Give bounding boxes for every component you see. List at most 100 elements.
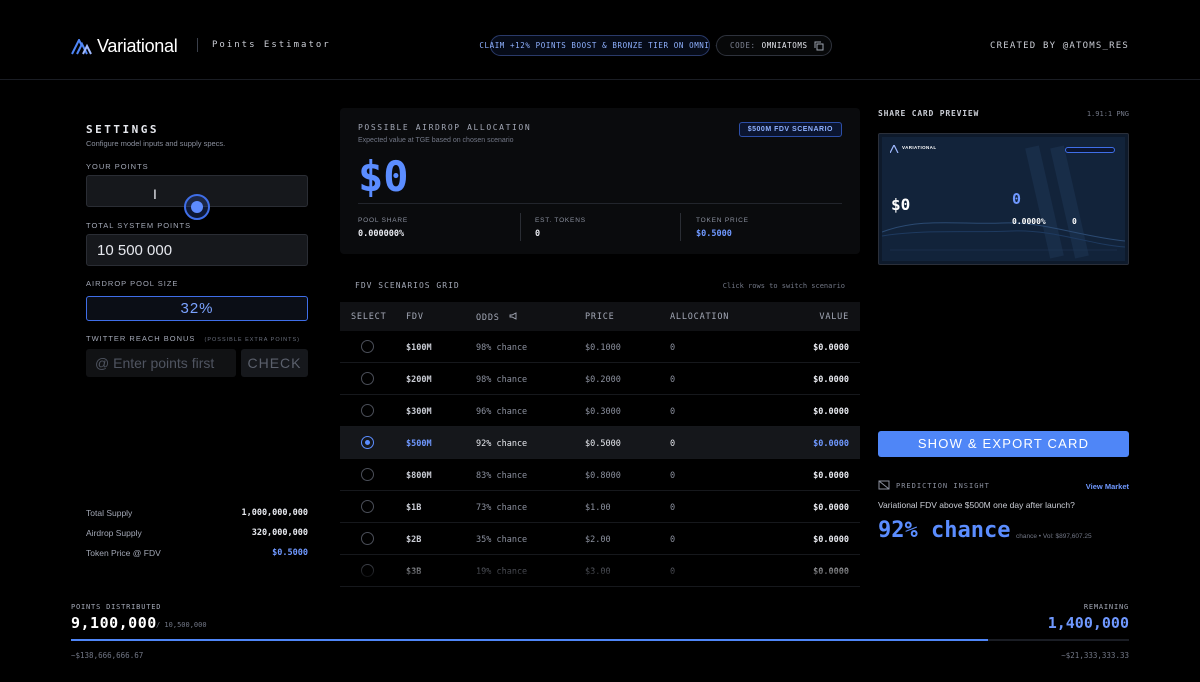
stat-divider xyxy=(680,213,681,241)
distributed-usd-note: ~$138,666,666.67 xyxy=(71,651,144,660)
col-odds: ODDS xyxy=(476,312,518,323)
remaining-label: REMAINING xyxy=(1083,603,1129,611)
row-price: $0.3000 xyxy=(585,407,621,417)
total-system-points-value: 10 500 000 xyxy=(97,242,173,259)
col-value: VALUE xyxy=(819,312,849,322)
row-value: $0.0000 xyxy=(813,343,849,353)
row-value: $0.0000 xyxy=(813,439,849,449)
row-allocation: 0 xyxy=(670,375,676,385)
table-row[interactable]: $100M 98% chance $0.1000 0 $0.0000 xyxy=(340,331,860,363)
check-button[interactable]: CHECK xyxy=(241,349,308,377)
row-value: $0.0000 xyxy=(813,535,849,545)
prediction-insight-label: PREDICTION INSIGHT xyxy=(896,482,990,490)
row-price: $0.1000 xyxy=(585,343,621,353)
row-price: $0.8000 xyxy=(585,471,621,481)
col-odds-label: ODDS xyxy=(476,313,500,323)
scenario-radio[interactable] xyxy=(361,404,374,417)
referral-code-pill[interactable]: CODE: OMNIATOMS xyxy=(716,35,832,56)
table-row[interactable]: $500M 92% chance $0.5000 0 $0.0000 xyxy=(340,427,860,459)
col-select: SELECT xyxy=(351,312,387,322)
grid-hint: Click rows to switch scenario xyxy=(722,282,845,290)
scenario-radio[interactable] xyxy=(361,500,374,513)
row-fdv: $300M xyxy=(406,407,432,417)
pool-share-stat: POOL SHARE 0.000000% xyxy=(358,217,408,239)
col-fdv: FDV xyxy=(406,312,424,322)
total-system-points-label: TOTAL SYSTEM POINTS xyxy=(86,221,192,230)
summary-key: Token Price @ FDV xyxy=(86,548,161,558)
remaining-value: 1,400,000 xyxy=(1047,614,1129,632)
share-card-wave xyxy=(882,145,1125,259)
share-card-ratio: 1.91:1 PNG xyxy=(1086,110,1129,118)
prediction-question: Variational FDV above $500M one day afte… xyxy=(878,500,1075,510)
app-subtitle: Points Estimator xyxy=(212,40,331,50)
brand-name: Variational xyxy=(97,36,178,56)
total-system-points-input[interactable]: 10 500 000 xyxy=(86,234,308,266)
scenario-radio[interactable] xyxy=(361,532,374,545)
your-points-label: YOUR POINTS xyxy=(86,162,149,171)
table-row[interactable]: $2B 35% chance $2.00 0 $0.0000 xyxy=(340,523,860,555)
pointer-indicator-icon xyxy=(184,194,210,220)
twitter-points-input[interactable]: @ Enter points first xyxy=(86,349,236,377)
scenario-radio[interactable] xyxy=(361,468,374,481)
points-distributed-label: POINTS DISTRIBUTED xyxy=(71,603,162,611)
brand-logo[interactable]: Variational xyxy=(71,36,178,57)
allocation-divider xyxy=(358,203,842,204)
scenario-radio[interactable] xyxy=(361,436,374,449)
airdrop-pool-input[interactable]: 32% xyxy=(86,296,308,321)
row-fdv: $1B xyxy=(406,503,422,513)
twitter-points-placeholder: @ Enter points first xyxy=(95,355,215,371)
settings-subtitle: Configure model inputs and supply specs. xyxy=(86,139,226,148)
scenario-radio[interactable] xyxy=(361,372,374,385)
distribution-progress-fill xyxy=(71,639,988,641)
share-card-value: $0 xyxy=(891,195,911,214)
token-price-value: $0.5000 xyxy=(696,229,732,239)
col-allocation: ALLOCATION xyxy=(670,312,730,322)
row-odds: 92% chance xyxy=(476,439,528,449)
row-value: $0.0000 xyxy=(813,407,849,417)
megaphone-icon xyxy=(509,312,517,320)
table-fade xyxy=(340,560,860,582)
header-divider xyxy=(197,38,198,52)
airdrop-pool-label: AIRDROP POOL SIZE xyxy=(86,279,179,288)
row-allocation: 0 xyxy=(670,503,676,513)
table-row[interactable]: $800M 83% chance $0.8000 0 $0.0000 xyxy=(340,459,860,491)
table-row[interactable]: $200M 98% chance $0.2000 0 $0.0000 xyxy=(340,363,860,395)
share-card-points: 0 xyxy=(1012,190,1022,208)
prediction-volume: chance • Vol: $897,607.25 xyxy=(1016,533,1092,540)
row-fdv: $500M xyxy=(406,439,432,449)
copy-icon[interactable] xyxy=(814,41,824,51)
airdrop-pool-value: 32% xyxy=(180,300,214,317)
scenario-radio[interactable] xyxy=(361,340,374,353)
variational-logo-icon xyxy=(71,38,92,54)
table-row[interactable]: $1B 73% chance $1.00 0 $0.0000 xyxy=(340,491,860,523)
prediction-percent: 92% chance xyxy=(878,518,1011,543)
code-value: OMNIATOMS xyxy=(761,41,808,50)
remaining-usd-note: ~$21,333,333.33 xyxy=(1061,651,1129,660)
row-allocation: 0 xyxy=(670,343,676,353)
settings-title: SETTINGS xyxy=(86,123,159,136)
row-price: $0.5000 xyxy=(585,439,621,449)
summary-value: $0.5000 xyxy=(272,548,308,558)
fdv-scenario-badge: $500M FDV SCENARIO xyxy=(738,122,842,137)
summary-value: 1,000,000,000 xyxy=(241,508,308,518)
allocation-card: POSSIBLE AIRDROP ALLOCATION Expected val… xyxy=(340,108,860,254)
summary-value: 320,000,000 xyxy=(251,528,308,538)
summary-row-total-supply: Total Supply 1,000,000,000 xyxy=(86,508,308,518)
show-export-card-button[interactable]: SHOW & EXPORT CARD xyxy=(878,431,1129,457)
share-card-pool-share: 0.0000% xyxy=(1012,217,1046,226)
allocation-value: $0 xyxy=(358,152,409,201)
summary-key: Airdrop Supply xyxy=(86,528,142,538)
share-card-preview[interactable]: VARIATIONAL $0 0 0.0000% 0 xyxy=(878,133,1129,265)
created-by[interactable]: CREATED BY @ATOMS_RES xyxy=(990,41,1129,51)
view-market-link[interactable]: View Market xyxy=(1086,482,1129,491)
row-allocation: 0 xyxy=(670,439,676,449)
row-odds: 98% chance xyxy=(476,343,528,353)
row-price: $1.00 xyxy=(585,503,611,513)
est-tokens-stat: EST. TOKENS 0 xyxy=(535,217,586,239)
row-allocation: 0 xyxy=(670,407,676,417)
twitter-bonus-note: (POSSIBLE EXTRA POINTS) xyxy=(204,337,300,343)
claim-boost-link[interactable]: CLAIM +12% POINTS BOOST & BRONZE TIER ON… xyxy=(479,35,720,56)
twitter-bonus-label: TWITTER REACH BONUS (POSSIBLE EXTRA POIN… xyxy=(86,334,300,343)
token-price-stat: TOKEN PRICE $0.5000 xyxy=(696,217,749,239)
table-row[interactable]: $300M 96% chance $0.3000 0 $0.0000 xyxy=(340,395,860,427)
